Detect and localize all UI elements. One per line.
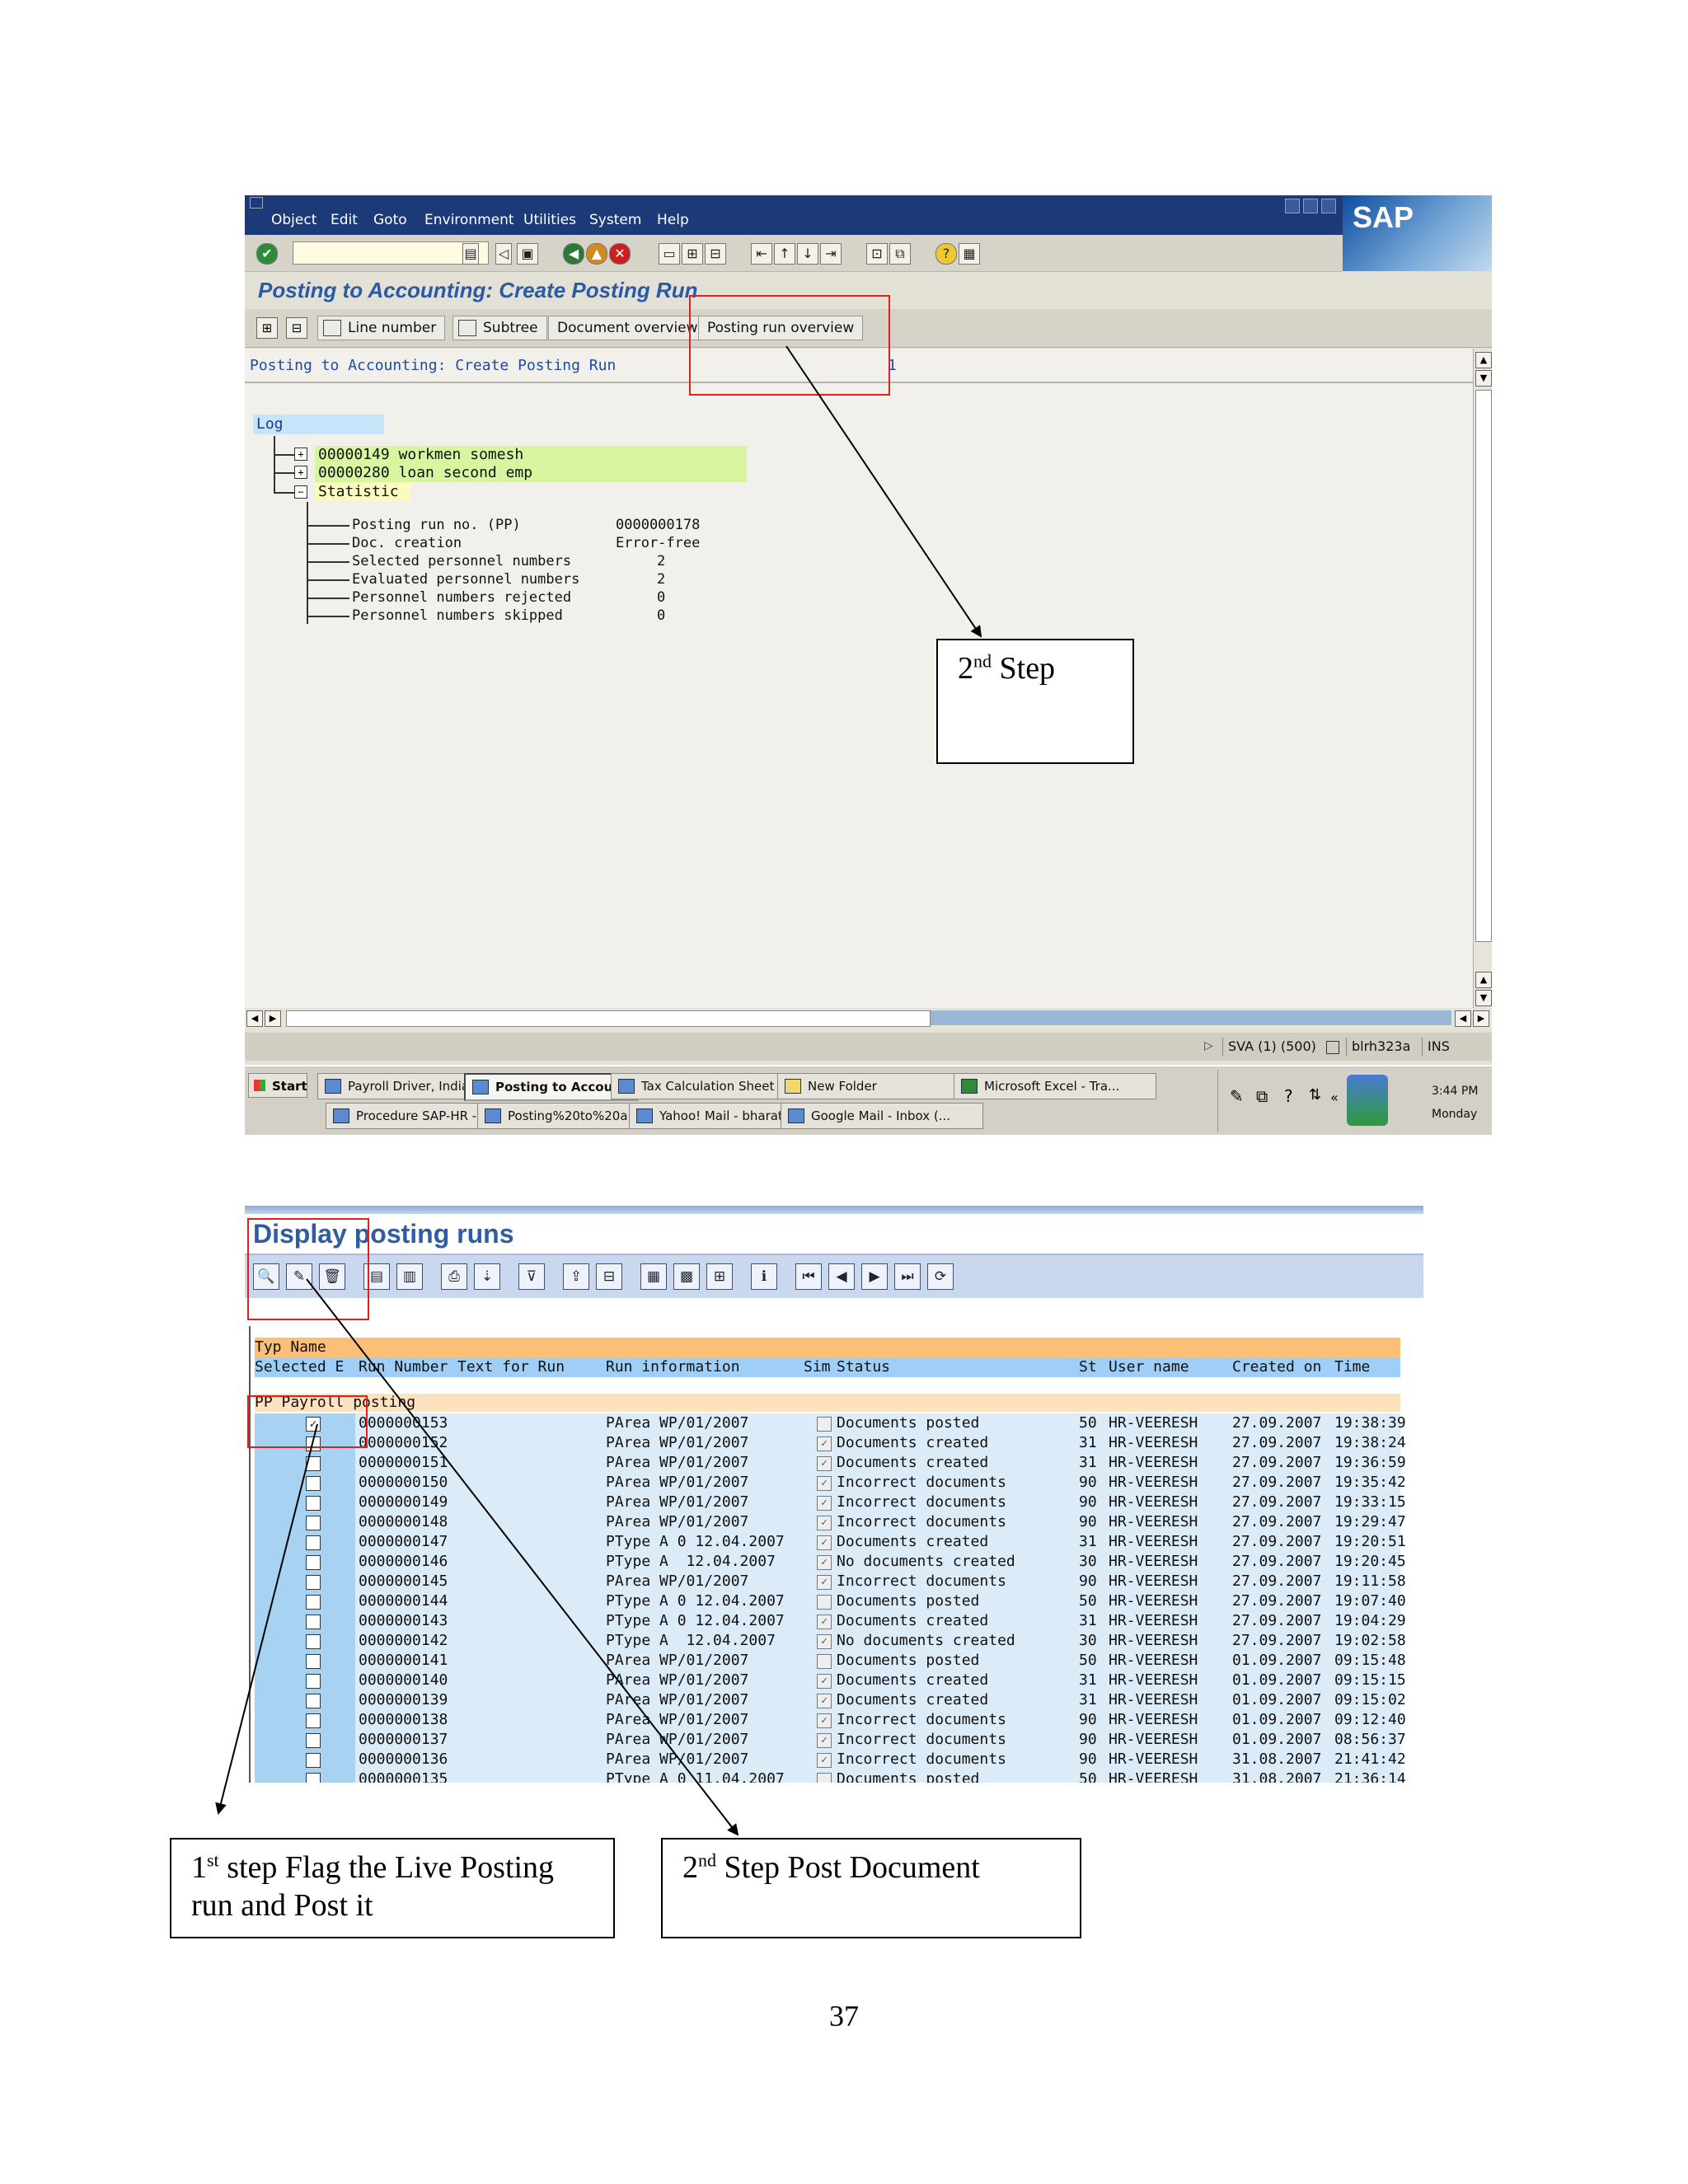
arrow-to-second-step-top (785, 345, 982, 638)
page-number: 37 (829, 1999, 859, 2032)
arrow-to-first-step (215, 1423, 318, 1815)
arrow-to-second-step-bottom (306, 1278, 739, 1836)
annotation-arrows (215, 345, 982, 1836)
